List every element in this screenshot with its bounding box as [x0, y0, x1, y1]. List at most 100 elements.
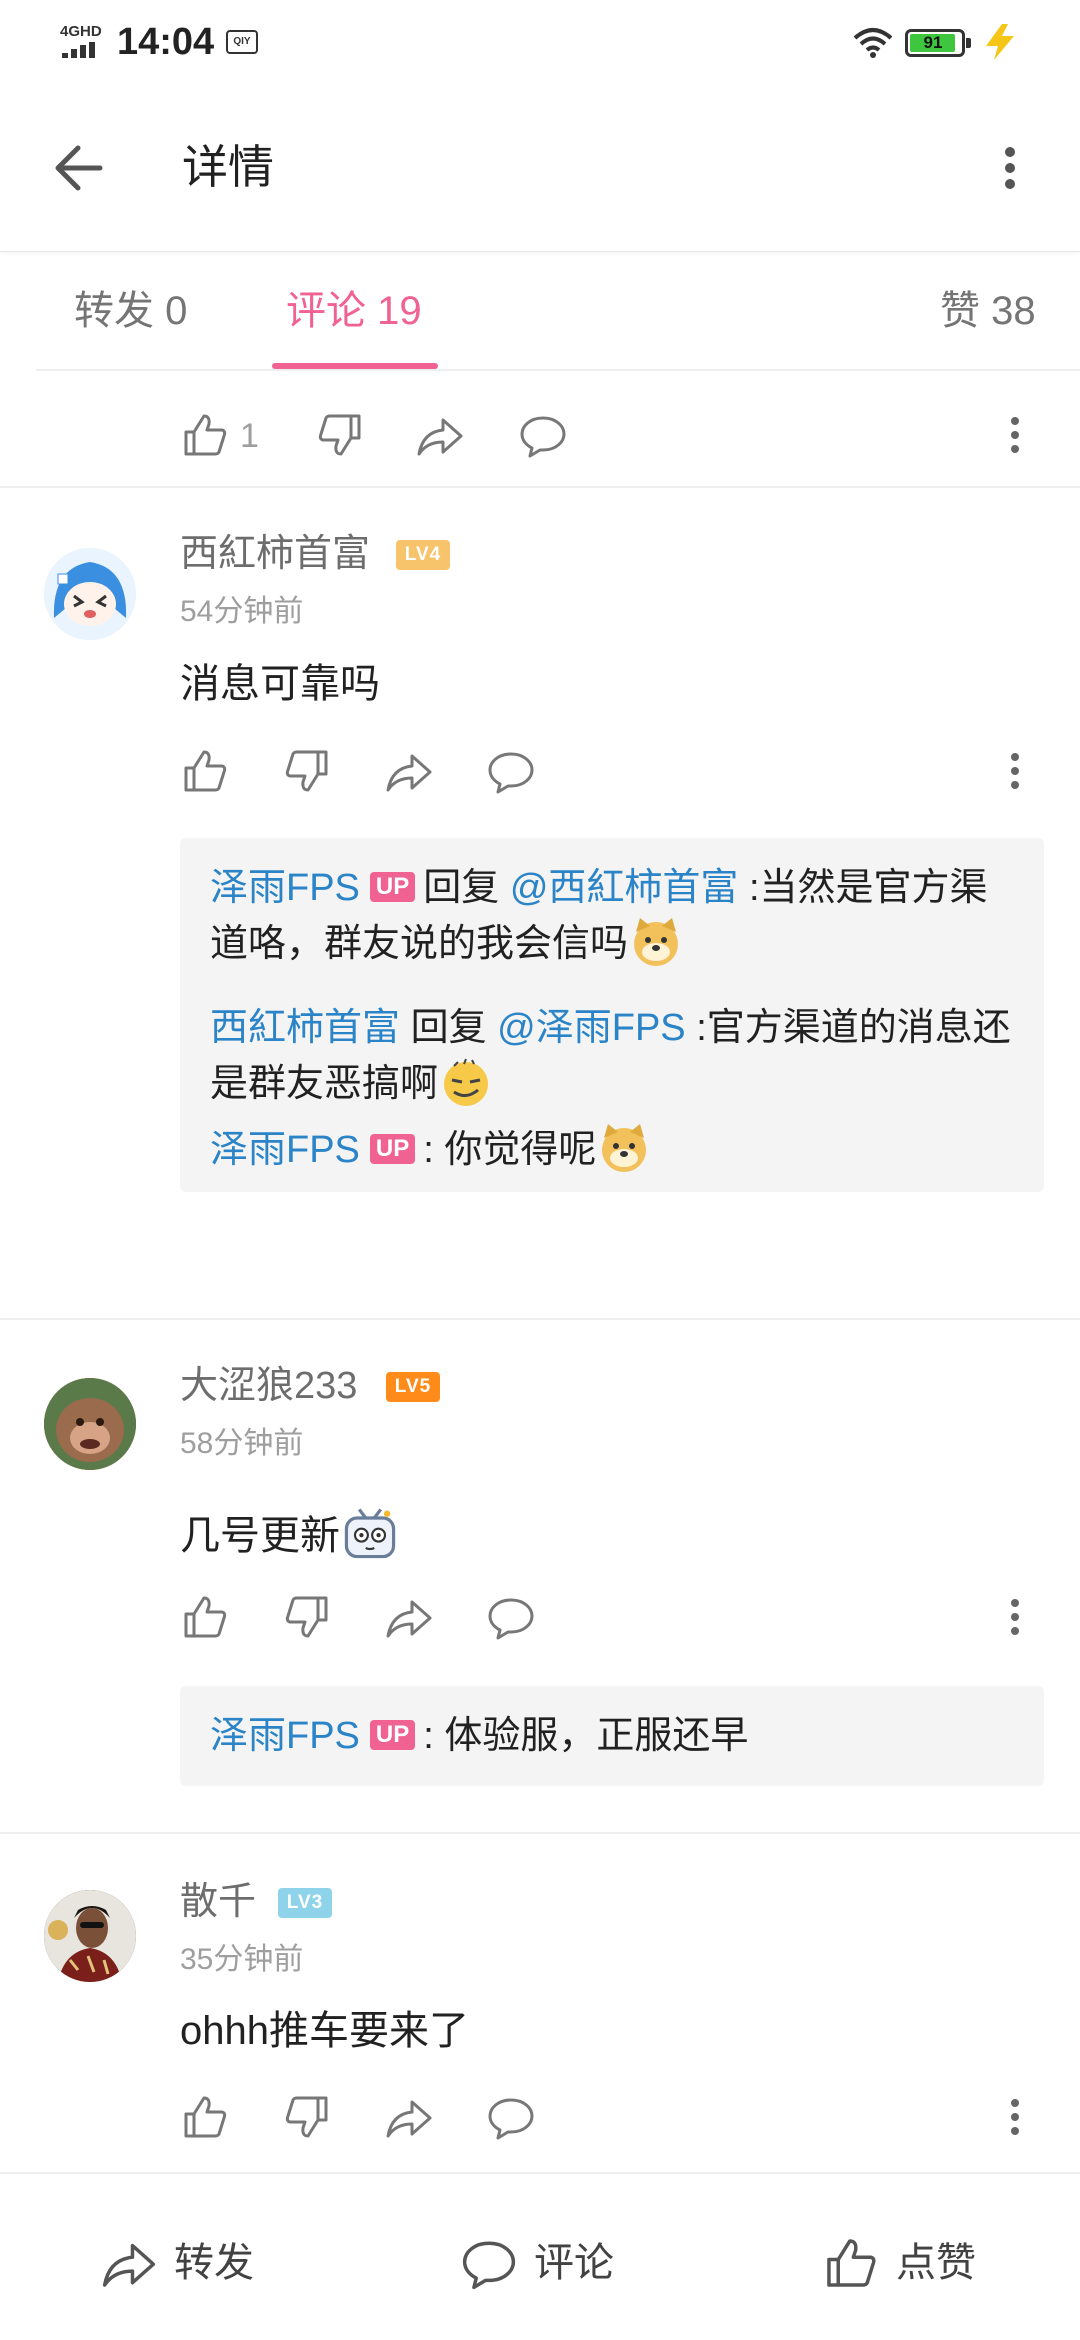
avatar[interactable] — [44, 548, 136, 640]
more-options-icon[interactable] — [1000, 746, 1030, 796]
comment-username[interactable]: 散千 — [180, 1876, 256, 1928]
page-title: 详情 — [182, 141, 274, 193]
clock: 14:04 — [117, 21, 215, 63]
tab-likes[interactable]: 赞 38 — [940, 283, 1036, 339]
divider — [0, 486, 1080, 488]
up-badge: UP — [369, 872, 416, 902]
wifi-icon — [853, 28, 893, 58]
thumbs-down-icon — [285, 750, 328, 792]
reply-verb: 回复 — [410, 1007, 487, 1049]
reply-text: : 你觉得呢 — [423, 1129, 597, 1171]
share-button[interactable] — [415, 410, 465, 460]
like-button[interactable] — [180, 1592, 230, 1642]
dislike-button[interactable] — [282, 2092, 332, 2142]
share-arrow-icon — [102, 2243, 156, 2287]
divider — [0, 1832, 1080, 1834]
dislike-button[interactable] — [315, 410, 365, 460]
comment-action-row: 1 — [180, 410, 1040, 470]
reply-preview-box[interactable]: 泽雨FPS UP: 体验服，正服还早 — [180, 1686, 1044, 1786]
reply-author[interactable]: 泽雨FPS — [210, 1715, 360, 1757]
doge-emoji-icon — [602, 1124, 647, 1172]
share-arrow-icon — [386, 1600, 432, 1638]
reply-button[interactable] — [486, 746, 536, 796]
comment-text: 消息可靠吗 — [180, 662, 380, 706]
comment-text: 几号更新 — [180, 1503, 400, 1565]
signal-icon — [62, 42, 98, 58]
more-options-icon[interactable] — [1000, 2092, 1030, 2142]
reply-author[interactable]: 泽雨FPS — [210, 867, 360, 909]
comment-text-value: 几号更新 — [180, 1514, 340, 1558]
share-arrow-icon — [386, 2100, 432, 2138]
like-button[interactable] — [180, 410, 230, 460]
share-arrow-icon — [417, 418, 463, 456]
reply-button[interactable] — [518, 410, 568, 460]
back-arrow-icon[interactable] — [50, 138, 110, 198]
battery-level: 91 — [923, 33, 943, 52]
more-options-icon[interactable] — [1000, 410, 1030, 460]
speech-bubble-icon — [488, 1598, 534, 1640]
comment-time: 54分钟前 — [180, 595, 304, 628]
like-button[interactable] — [180, 746, 230, 796]
share-button[interactable] — [384, 746, 434, 796]
comment-time: 58分钟前 — [180, 1427, 304, 1460]
speech-bubble-icon — [520, 416, 566, 458]
reply-button[interactable] — [486, 1592, 536, 1642]
thumbs-up-icon — [184, 750, 227, 792]
dislike-button[interactable] — [282, 746, 332, 796]
share-button[interactable] — [384, 1592, 434, 1642]
comment-action-row — [180, 2092, 1040, 2152]
up-badge: UP — [369, 1134, 416, 1164]
speech-bubble-icon — [462, 2241, 516, 2290]
like-button[interactable] — [180, 2092, 230, 2142]
thumbs-up-icon — [184, 1596, 227, 1638]
level-badge: LV3 — [278, 1888, 332, 1918]
comment-username[interactable]: 大涩狼233 — [180, 1360, 357, 1412]
reply-mention[interactable]: @西紅柿首富 — [510, 867, 739, 909]
level-badge: LV5 — [386, 1372, 440, 1402]
reply-preview-box[interactable]: 泽雨FPS UP 回复 @西紅柿首富 :当然是官方渠道咯，群友说的我会信吗 西紅柿首… — [180, 838, 1044, 1192]
reply-line: 西紅柿首富 回复 @泽雨FPS :官方渠道的消息还是群友恶搞啊 — [210, 1002, 1014, 1110]
speech-bubble-icon — [488, 752, 534, 794]
app-header: 详情 — [0, 86, 1080, 252]
reply-author[interactable]: 泽雨FPS — [210, 1129, 360, 1171]
dislike-button[interactable] — [282, 1592, 332, 1642]
tv-face-emoji-icon — [344, 1508, 396, 1559]
more-options-icon[interactable] — [1000, 1592, 1030, 1642]
reply-verb: 回复 — [423, 867, 500, 909]
tab-comments[interactable]: 评论 19 — [286, 283, 422, 339]
repost-label: 转发 — [174, 2241, 254, 2285]
comment-action-row — [180, 1592, 1040, 1652]
app-notification-icon: QIY — [226, 30, 258, 54]
like-label: 点赞 — [896, 2241, 976, 2285]
up-badge: UP — [369, 1720, 416, 1750]
reply-line: 泽雨FPS UP: 你觉得呢 — [210, 1120, 1014, 1176]
divider — [0, 1318, 1080, 1320]
smirk-emoji-icon — [444, 1058, 489, 1106]
avatar[interactable] — [44, 1890, 136, 1982]
like-count: 1 — [240, 417, 259, 455]
avatar[interactable] — [44, 1378, 136, 1470]
charging-icon — [986, 24, 1014, 60]
thumbs-up-icon — [184, 414, 227, 456]
reply-author[interactable]: 西紅柿首富 — [210, 1007, 400, 1049]
speech-bubble-icon — [488, 2098, 534, 2140]
singer-photo-avatar-icon — [44, 1890, 136, 1982]
reply-button[interactable] — [486, 2092, 536, 2142]
reply-line: 泽雨FPS UP: 体验服，正服还早 — [210, 1710, 1014, 1762]
thumbs-down-icon — [285, 1596, 328, 1638]
thumbs-down-icon — [285, 2096, 328, 2138]
reply-line: 泽雨FPS UP 回复 @西紅柿首富 :当然是官方渠道咯，群友说的我会信吗 — [210, 862, 1014, 970]
detail-tabs: 转发 0 评论 19 赞 38 — [36, 253, 1080, 371]
share-button[interactable] — [384, 2092, 434, 2142]
comment-label: 评论 — [534, 2241, 614, 2285]
status-bar: 4GHD 14:04 QIY 91 — [0, 0, 1080, 86]
monkey-photo-avatar-icon — [44, 1378, 136, 1470]
comment-username[interactable]: 西紅柿首富 — [180, 528, 370, 580]
tab-repost[interactable]: 转发 0 — [74, 283, 187, 339]
reply-mention[interactable]: @泽雨FPS — [497, 1007, 685, 1049]
thumbs-up-icon — [827, 2239, 876, 2287]
reply-text: : 体验服，正服还早 — [423, 1715, 749, 1757]
more-menu-icon[interactable] — [995, 138, 1025, 198]
battery-icon: 91 — [905, 29, 971, 57]
thumbs-up-icon — [184, 2096, 227, 2138]
